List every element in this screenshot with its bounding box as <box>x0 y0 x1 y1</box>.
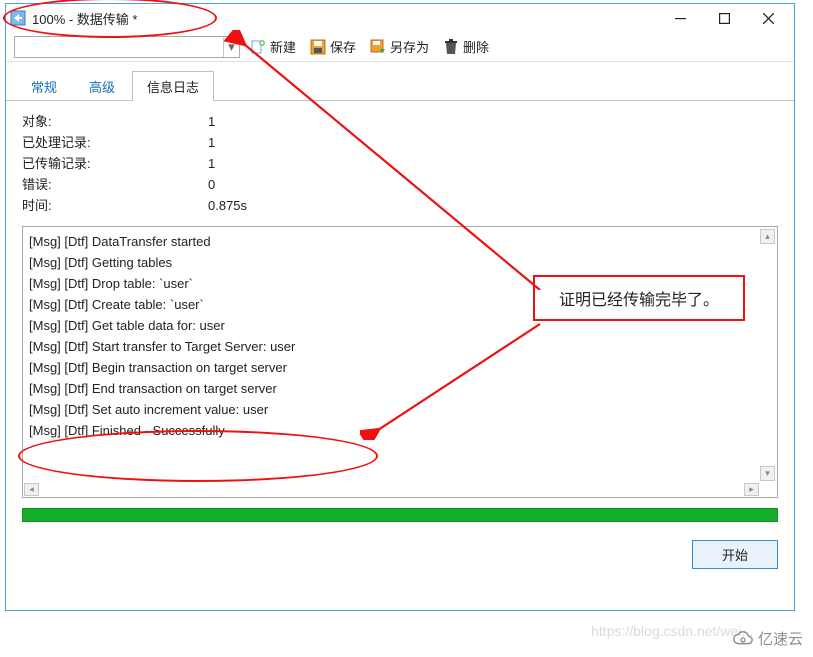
trash-icon <box>443 39 459 55</box>
window-title: 100% - 数据传输 * <box>32 9 658 28</box>
log-line: [Msg] [Dtf] Set auto increment value: us… <box>29 399 773 420</box>
tab-strip: 常规 高级 信息日志 <box>6 70 794 101</box>
brand-logo: 亿速云 <box>732 628 803 649</box>
stat-label: 错误: <box>22 174 208 195</box>
new-icon <box>250 39 266 55</box>
tab-general[interactable]: 常规 <box>16 71 72 101</box>
delete-button[interactable]: 删除 <box>439 35 493 58</box>
scroll-up-icon[interactable]: ▴ <box>760 229 775 244</box>
stat-label: 对象: <box>22 111 208 132</box>
saveas-icon <box>370 39 386 55</box>
stat-value: 1 <box>208 153 215 174</box>
start-button[interactable]: 开始 <box>692 540 778 569</box>
maximize-button[interactable] <box>702 4 746 32</box>
close-button[interactable] <box>746 4 790 32</box>
new-label: 新建 <box>270 37 296 56</box>
stat-value: 0.875s <box>208 195 247 216</box>
tab-advanced[interactable]: 高级 <box>74 71 130 101</box>
profile-combo[interactable]: ▾ <box>14 36 240 58</box>
minimize-button[interactable] <box>658 4 702 32</box>
titlebar: 100% - 数据传输 * <box>6 4 794 32</box>
stat-time: 时间: 0.875s <box>22 195 778 216</box>
new-button[interactable]: 新建 <box>246 35 300 58</box>
toolbar: ▾ 新建 保存 另存为 删除 <box>6 32 794 62</box>
stat-value: 1 <box>208 132 215 153</box>
log-line: [Msg] [Dtf] Begin transaction on target … <box>29 357 773 378</box>
app-icon <box>10 10 26 26</box>
log-textbox[interactable]: [Msg] [Dtf] DataTransfer started[Msg] [D… <box>22 226 778 498</box>
stat-label: 已处理记录: <box>22 132 208 153</box>
stat-label: 时间: <box>22 195 208 216</box>
window-buttons <box>658 4 790 32</box>
stat-errors: 错误: 0 <box>22 174 778 195</box>
log-line: [Msg] [Dtf] End transaction on target se… <box>29 378 773 399</box>
tab-log[interactable]: 信息日志 <box>132 71 214 101</box>
save-button[interactable]: 保存 <box>306 35 360 58</box>
chevron-down-icon: ▾ <box>223 37 239 57</box>
stat-objects: 对象: 1 <box>22 111 778 132</box>
stat-value: 1 <box>208 111 215 132</box>
stat-label: 已传输记录: <box>22 153 208 174</box>
dialog-footer: 开始 <box>6 530 794 579</box>
scroll-right-icon[interactable]: ▸ <box>744 483 759 496</box>
log-line: [Msg] [Dtf] Getting tables <box>29 252 773 273</box>
scroll-down-icon[interactable]: ▾ <box>760 466 775 481</box>
stat-transferred: 已传输记录: 1 <box>22 153 778 174</box>
save-label: 保存 <box>330 37 356 56</box>
save-icon <box>310 39 326 55</box>
annotation-note: 证明已经传输完毕了。 <box>533 275 745 321</box>
stat-value: 0 <box>208 174 215 195</box>
brand-name: 亿速云 <box>758 628 803 649</box>
delete-label: 删除 <box>463 37 489 56</box>
scroll-left-icon[interactable]: ◂ <box>24 483 39 496</box>
log-line: [Msg] [Dtf] Start transfer to Target Ser… <box>29 336 773 357</box>
saveas-label: 另存为 <box>390 37 429 56</box>
log-line: [Msg] [Dtf] DataTransfer started <box>29 231 773 252</box>
watermark-text: https://blog.csdn.net/wei... <box>591 623 753 639</box>
stat-processed: 已处理记录: 1 <box>22 132 778 153</box>
progress-bar <box>22 508 778 522</box>
saveas-button[interactable]: 另存为 <box>366 35 433 58</box>
log-line: [Msg] [Dtf] Finished - Successfully <box>29 420 773 441</box>
